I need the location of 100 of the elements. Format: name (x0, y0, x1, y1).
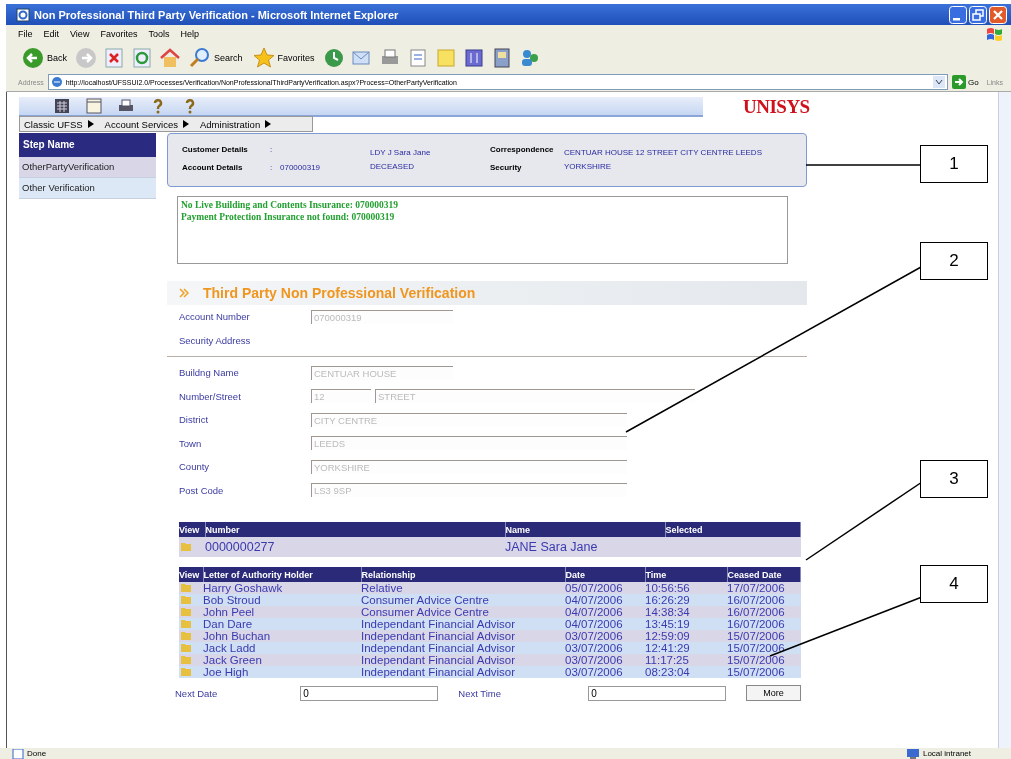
section-header: Third Party Non Professional Verification (167, 281, 807, 305)
field-label: Security (490, 162, 523, 172)
clock-icon[interactable] (322, 47, 345, 69)
column-header: View (179, 567, 203, 582)
table-cell: 12:41:29 (645, 642, 690, 654)
account-number: 070000319 (280, 162, 322, 172)
customer-name: LDY J Sara Jane (370, 148, 432, 157)
nav-menu-item[interactable]: Administration (196, 118, 279, 130)
table-cell: 15/07/2006 (727, 654, 785, 666)
sidebar-item[interactable]: OtherPartyVerification (19, 157, 156, 178)
nav-menu-item[interactable]: Account Services (100, 118, 196, 130)
menu-item[interactable]: Favorites (100, 29, 138, 39)
field-label: Number/Street (179, 390, 242, 402)
home-icon[interactable] (159, 47, 181, 69)
stop-icon[interactable] (103, 47, 125, 69)
field-label: Customer Details (182, 144, 249, 154)
nav-menu-item[interactable]: Classic UFSS (20, 118, 101, 130)
table-cell: Jack Green (203, 654, 262, 666)
table-cell: Relative (361, 582, 403, 594)
field-label: County (179, 461, 211, 473)
table-cell: 16:26:29 (645, 594, 690, 606)
restore-icon[interactable] (969, 5, 987, 24)
menu-item[interactable]: Tools (148, 29, 170, 39)
table-cell: 05/07/2006 (565, 582, 623, 594)
window-icon[interactable] (85, 97, 103, 115)
page-icon (50, 76, 63, 88)
calculator-icon[interactable] (53, 97, 71, 115)
back-button[interactable]: Back (20, 47, 69, 69)
table-cell: Harry Goshawk (203, 582, 283, 594)
field-label: Buildng Name (179, 367, 240, 379)
table-cell: 16/07/2006 (727, 618, 785, 630)
table-cell: John Peel (203, 606, 255, 618)
computer-icon (905, 748, 920, 759)
table-cell: 03/07/2006 (565, 642, 623, 654)
table-cell: Bob Stroud (203, 594, 261, 606)
table-cell: 03/07/2006 (565, 666, 623, 678)
table-cell: JANE Sara Jane (505, 540, 598, 554)
column-header: Name (505, 522, 665, 537)
menu-item[interactable]: Edit (43, 29, 60, 39)
input-field[interactable]: 0 (300, 685, 439, 701)
scrollbar[interactable] (998, 92, 1011, 748)
menu-item[interactable]: Help (180, 29, 199, 39)
table-cell: 16/07/2006 (727, 606, 785, 618)
table-cell: Jack Ladd (203, 642, 256, 654)
address-line: CENTUAR HOUSE 12 STREET CITY CENTRE LEEDS (564, 148, 763, 157)
column-header: Date (565, 567, 645, 582)
table-cell: 12:59:09 (645, 630, 690, 642)
table-cell: Consumer Advice Centre (361, 594, 489, 606)
table-cell: 15/07/2006 (727, 642, 785, 654)
field-label: Town (179, 437, 203, 449)
field-label: Account Number (179, 311, 251, 323)
table-cell: 13:45:19 (645, 618, 690, 630)
column-header: Ceased Date (727, 567, 801, 582)
search-button[interactable]: Search (187, 47, 245, 69)
column-header: Time (645, 567, 727, 582)
separator-colon: : (270, 144, 274, 154)
favorites-button[interactable]: Favorites (250, 47, 317, 69)
go-button[interactable]: Go (952, 75, 979, 89)
window-title: Non Professional Third Party Verification - Microsoft Internet Explorer (34, 8, 399, 21)
more-button[interactable]: More (746, 685, 801, 701)
field-label: Account Details (182, 162, 244, 172)
column-header: Selected (665, 522, 801, 537)
table-cell: 04/07/2006 (565, 618, 623, 630)
callout-number: 2 (920, 242, 988, 280)
table-cell: 03/07/2006 (565, 630, 623, 642)
field-label: Security Address (179, 334, 252, 346)
table-cell: Joe High (203, 666, 249, 678)
menu-item[interactable]: File (18, 29, 33, 39)
table-cell: 04/07/2006 (565, 606, 623, 618)
refresh-icon[interactable] (131, 47, 153, 69)
column-header: Relationship (361, 567, 565, 582)
column-header: Letter of Authority Holder (203, 567, 361, 582)
field-label: Post Code (179, 484, 225, 496)
minimize-icon[interactable] (949, 5, 967, 24)
sidebar-header: Step Name (19, 133, 156, 157)
browser-icon (16, 7, 30, 22)
caret-icon (264, 119, 273, 129)
company-logo: UNISYS (743, 96, 810, 118)
table-cell: Consumer Advice Centre (361, 606, 489, 618)
table-cell: 15/07/2006 (727, 666, 785, 678)
field-label: Correspondence (490, 144, 555, 154)
table-cell: 10:56:56 (645, 582, 690, 594)
input-field[interactable]: 0 (588, 685, 727, 701)
table-cell: 04/07/2006 (565, 594, 623, 606)
separator-colon: : (270, 162, 274, 172)
page-icon (12, 748, 24, 759)
sidebar-item[interactable]: Other Verification (19, 178, 156, 199)
arrow-icon (952, 75, 966, 89)
table-cell: 15/07/2006 (727, 630, 785, 642)
field-label: District (179, 414, 210, 426)
dropdown-icon (933, 76, 945, 88)
menu-item[interactable]: View (70, 29, 90, 39)
close-icon[interactable] (989, 5, 1007, 24)
table-cell: Dan Dare (203, 618, 253, 630)
chevron-icon (179, 288, 189, 298)
book-icon[interactable] (462, 47, 485, 69)
zone-text: Local intranet (922, 749, 971, 758)
table-cell: John Buchan (203, 630, 271, 642)
table-cell: 08:23:04 (645, 666, 690, 678)
table-cell: 03/07/2006 (565, 654, 623, 666)
